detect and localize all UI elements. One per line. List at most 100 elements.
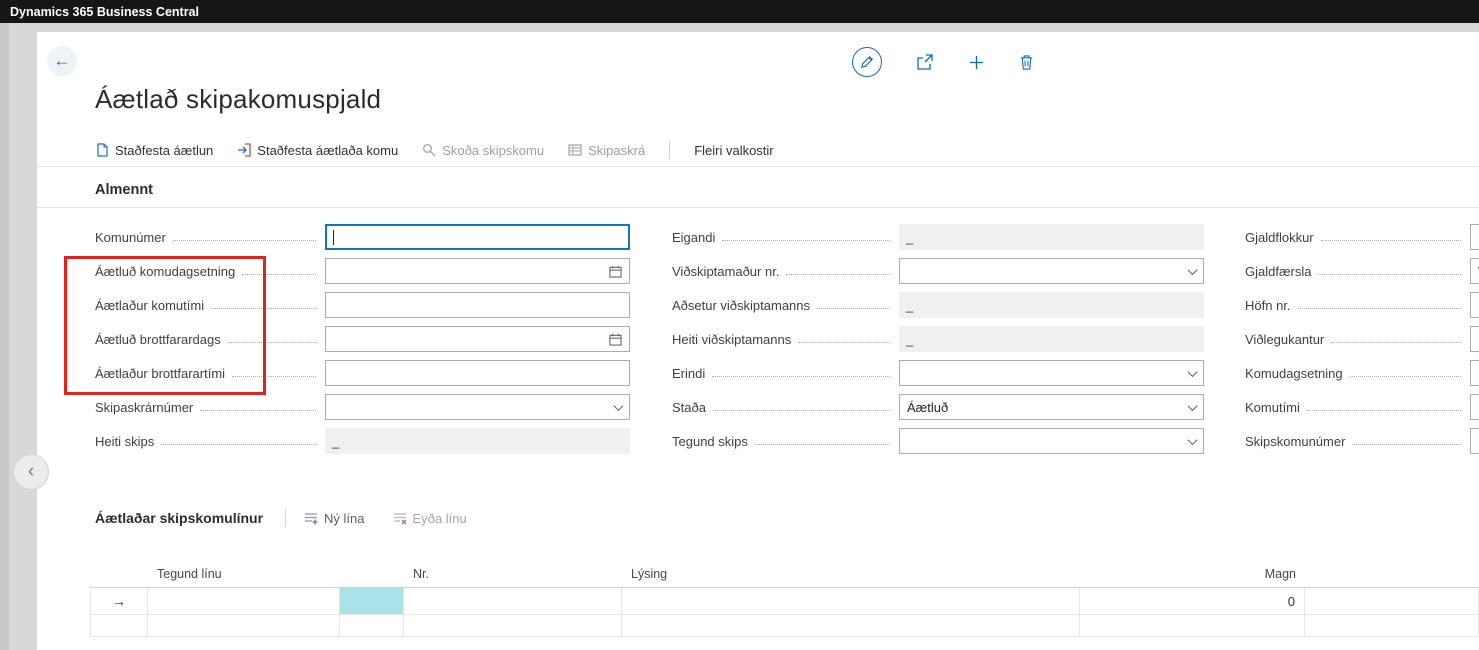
field-tla-ur-komut-mi[interactable] bbox=[325, 292, 630, 318]
dotted-leader bbox=[1297, 307, 1461, 309]
command-sta-festa-tlun[interactable]: Staðfesta áætlun bbox=[95, 143, 213, 158]
command-sta-festa-tla-a-komu[interactable]: Staðfesta áætlaða komu bbox=[237, 143, 398, 158]
dotted-leader bbox=[712, 409, 890, 411]
field-row-komut-mi: Komutími bbox=[1245, 394, 1479, 420]
dotted-leader bbox=[232, 375, 316, 377]
field-row-skipskomun-mer: Skipskomunúmer bbox=[1245, 428, 1479, 454]
field-label: Áætluð brottfarardags bbox=[95, 331, 221, 347]
field-erindi[interactable] bbox=[899, 360, 1204, 386]
column-header-magn[interactable]: Magn bbox=[1080, 567, 1305, 581]
table-cell-nr[interactable] bbox=[404, 588, 622, 615]
table-cell-tegund_linu[interactable] bbox=[148, 615, 340, 637]
share-icon[interactable] bbox=[916, 54, 934, 70]
command-label: Fleiri valkostir bbox=[694, 142, 774, 158]
field-label: Áætluð komudagsetning bbox=[95, 263, 236, 279]
calendar-icon[interactable] bbox=[609, 265, 622, 278]
chevron-down-icon[interactable] bbox=[1187, 366, 1198, 377]
field-label: Skipskomunúmer bbox=[1245, 433, 1346, 449]
dotted-leader bbox=[172, 239, 316, 241]
field-vi-legukantur[interactable] bbox=[1470, 326, 1479, 352]
field-tlu-komudagsetning[interactable] bbox=[325, 258, 630, 284]
field-label: Skipaskrárnúmer bbox=[95, 399, 194, 415]
field-label: Viðlegukantur bbox=[1245, 331, 1325, 347]
table-row bbox=[90, 615, 1479, 637]
back-button[interactable]: ← bbox=[47, 46, 77, 76]
line-action-n-l-na[interactable]: Ný lína bbox=[304, 511, 365, 526]
field-label: Heiti skips bbox=[95, 433, 155, 449]
lines-part-title[interactable]: Áætlaðar skipskomulínur bbox=[95, 510, 263, 526]
field-komut-mi[interactable] bbox=[1470, 394, 1479, 420]
field-tlu-brottfarardags[interactable] bbox=[325, 326, 630, 352]
selected-cell[interactable] bbox=[340, 588, 404, 615]
field-komun-mer[interactable] bbox=[325, 224, 630, 250]
lines-header-divider bbox=[285, 509, 287, 527]
chevron-down-icon[interactable] bbox=[1187, 434, 1198, 445]
table-cell-sel[interactable] bbox=[340, 615, 404, 637]
column-header-l-sing[interactable]: Lýsing bbox=[622, 567, 1080, 581]
table-row: → 0 bbox=[90, 588, 1479, 615]
chevron-down-icon[interactable] bbox=[1187, 400, 1198, 411]
dotted-leader bbox=[1352, 443, 1461, 445]
field-gjaldf-rsla[interactable]: V bbox=[1470, 258, 1479, 284]
field-gjaldflokkur[interactable] bbox=[1470, 224, 1479, 250]
field-vi-skiptama-ur-nr[interactable] bbox=[899, 258, 1204, 284]
dotted-leader bbox=[1349, 375, 1461, 377]
table-cell-extra[interactable] bbox=[1305, 615, 1479, 637]
field-skipaskr-rn-mer[interactable] bbox=[325, 394, 630, 420]
command-fleiri-valkostir[interactable]: Fleiri valkostir bbox=[694, 143, 773, 158]
table-cell-magn[interactable] bbox=[1080, 615, 1305, 637]
field-heiti-skips: _ bbox=[325, 428, 630, 454]
field-label: Viðskiptamaður nr. bbox=[672, 263, 780, 279]
dotted-leader bbox=[817, 307, 890, 309]
expand-pane-button[interactable]: ‹ bbox=[13, 454, 49, 490]
field-value: Áætluð bbox=[907, 399, 949, 415]
field-skipskomun-mer[interactable] bbox=[1470, 428, 1479, 454]
chevron-down-icon[interactable] bbox=[613, 400, 624, 411]
field-row-skipaskr-rn-mer: Skipaskrárnúmer bbox=[95, 394, 630, 420]
dotted-leader bbox=[786, 273, 890, 275]
row-selector-cell[interactable] bbox=[90, 615, 148, 637]
field-komudagsetning[interactable] bbox=[1470, 360, 1479, 386]
line-action-ey-a-l-nu: Eyða línu bbox=[393, 511, 467, 526]
column-header-nr[interactable]: Nr. bbox=[404, 567, 622, 581]
calendar-icon[interactable] bbox=[609, 333, 622, 346]
field-row-gjaldflokkur: Gjaldflokkur bbox=[1245, 224, 1479, 250]
field-label: Staða bbox=[672, 399, 706, 415]
field-label: Heiti viðskiptamanns bbox=[672, 331, 792, 347]
command-bar: Staðfesta áætlun Staðfesta áætlaða komu Sk… bbox=[95, 135, 774, 165]
table-cell-tegund_linu[interactable] bbox=[148, 588, 340, 615]
field-row-komudagsetning: Komudagsetning bbox=[1245, 360, 1479, 386]
table-cell-magn[interactable]: 0 bbox=[1080, 588, 1305, 615]
section-header-almennt[interactable]: Almennt bbox=[95, 182, 153, 198]
delete-trash-icon[interactable] bbox=[1019, 54, 1034, 70]
field-tla-ur-brottfarart-mi[interactable] bbox=[325, 360, 630, 386]
table-cell-extra[interactable] bbox=[1305, 588, 1479, 615]
dotted-leader bbox=[1306, 409, 1461, 411]
edit-pencil-icon[interactable] bbox=[852, 47, 882, 77]
section-divider bbox=[37, 207, 1479, 208]
field-tegund-skips[interactable] bbox=[899, 428, 1204, 454]
field-sta-a[interactable]: Áætluð bbox=[899, 394, 1204, 420]
field-row-tegund-skips: Tegund skips bbox=[672, 428, 1204, 454]
table-cell-lysing[interactable] bbox=[622, 615, 1080, 637]
ship-register-list-icon bbox=[568, 143, 582, 157]
field-a-setur-vi-skiptamanns: _ bbox=[899, 292, 1204, 318]
column-header-tegund-l-nu[interactable]: Tegund línu bbox=[148, 567, 340, 581]
form-column-3: Gjaldflokkur Gjaldfærsla V Höfn nr. Viðleguk… bbox=[1245, 217, 1479, 462]
table-cell-nr[interactable] bbox=[404, 615, 622, 637]
field-h-fn-nr[interactable] bbox=[1470, 292, 1479, 318]
page-card: ← Áætlað skipakomuspjald Staðfesta áætlu… bbox=[37, 32, 1479, 650]
new-line-icon bbox=[304, 511, 318, 525]
command-bar-separator bbox=[669, 141, 671, 159]
row-selector-cell[interactable]: → bbox=[90, 588, 148, 615]
header-action-bar bbox=[852, 47, 1034, 77]
chevron-down-icon[interactable] bbox=[1187, 264, 1198, 275]
new-plus-icon[interactable] bbox=[968, 54, 985, 71]
dotted-leader bbox=[722, 239, 890, 241]
field-row-vi-legukantur: Viðlegukantur bbox=[1245, 326, 1479, 352]
lines-actions: Ný lína Eyða línu bbox=[304, 511, 495, 526]
field-label: Erindi bbox=[672, 365, 706, 381]
field-label: Gjaldfærsla bbox=[1245, 263, 1312, 279]
general-form: Komunúmer Áætluð komudagsetning Áætlaður k… bbox=[37, 217, 1479, 477]
table-cell-lysing[interactable] bbox=[622, 588, 1080, 615]
